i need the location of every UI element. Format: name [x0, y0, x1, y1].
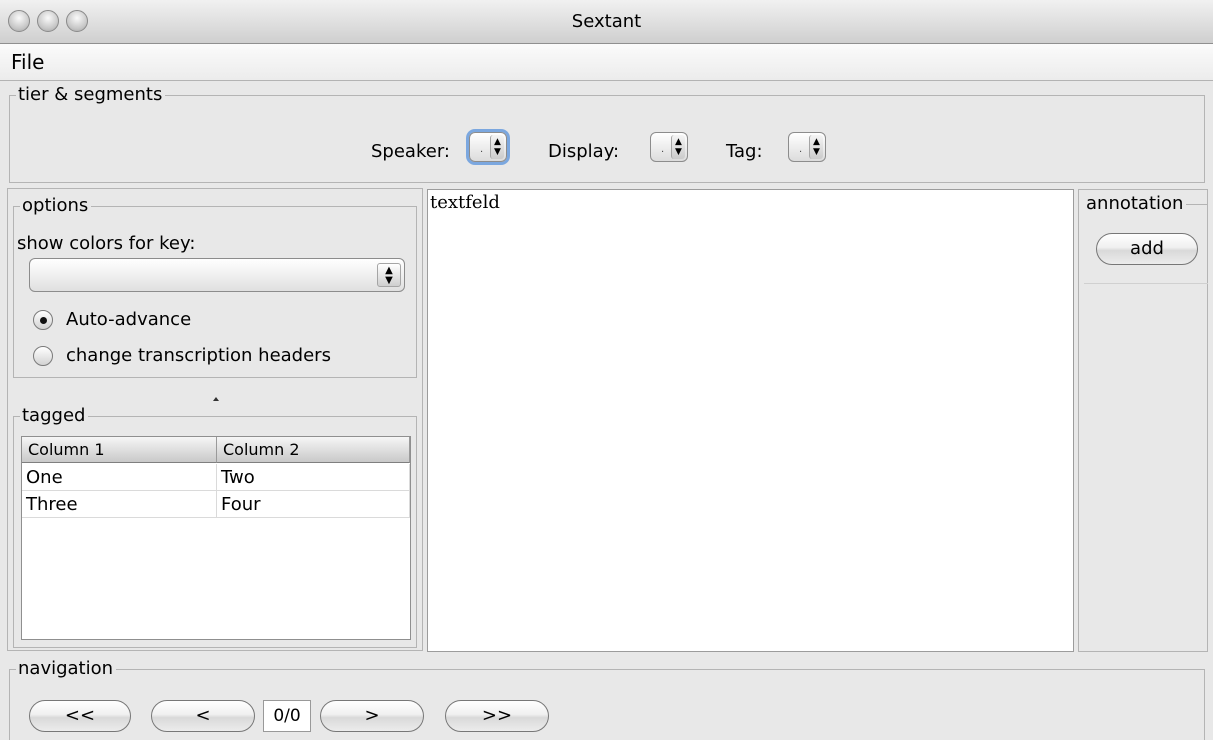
previous-button[interactable]: < — [151, 700, 255, 732]
tagged-legend: tagged — [20, 406, 89, 426]
up-down-arrows-icon: ▲ ▼ — [490, 135, 504, 159]
tier-segments-panel: tier & segments — [9, 85, 1205, 183]
tag-label: Tag: — [726, 141, 763, 162]
first-button[interactable]: << — [29, 700, 131, 732]
table-cell[interactable]: One — [22, 464, 217, 491]
change-headers-label[interactable]: change transcription headers — [66, 345, 331, 366]
up-down-arrows-icon: ▲ ▼ — [809, 135, 823, 159]
column-header[interactable]: Column 2 — [217, 437, 410, 463]
navigation-legend: navigation — [16, 659, 117, 679]
change-headers-radio[interactable] — [33, 346, 53, 366]
colors-key-dropdown[interactable]: ▲ ▼ — [29, 258, 405, 292]
table-cell[interactable]: Two — [217, 464, 410, 491]
transcription-text-area[interactable]: textfeld — [427, 189, 1074, 652]
up-down-arrows-icon: ▲ ▼ — [671, 135, 685, 159]
menu-file[interactable]: File — [11, 44, 44, 81]
options-legend: options — [20, 196, 92, 216]
speaker-label: Speaker: — [371, 141, 450, 162]
last-button[interactable]: >> — [445, 700, 549, 732]
tag-value: . — [799, 144, 803, 155]
menu-bar: File — [0, 44, 1213, 81]
display-label: Display: — [548, 141, 620, 162]
up-down-arrows-icon: ▲ ▼ — [377, 263, 401, 287]
table-cell[interactable]: Three — [22, 491, 217, 518]
table-cell[interactable]: Four — [217, 491, 410, 518]
text-content: textfeld — [430, 192, 500, 213]
split-pane-grip-icon[interactable] — [213, 387, 219, 401]
speaker-value: . — [480, 144, 484, 155]
auto-advance-label[interactable]: Auto-advance — [66, 309, 191, 330]
colors-key-label: show colors for key: — [17, 233, 196, 254]
next-button[interactable]: > — [320, 700, 424, 732]
tag-spinner[interactable]: . ▲ ▼ — [788, 132, 826, 162]
display-spinner[interactable]: . ▲ ▼ — [650, 132, 688, 162]
add-annotation-button[interactable]: add — [1096, 233, 1198, 265]
speaker-spinner[interactable]: . ▲ ▼ — [469, 132, 507, 162]
tagged-table[interactable]: Column 1 Column 2 One Two Three Four — [21, 436, 411, 640]
page-indicator: 0/0 — [263, 700, 311, 732]
window-title: Sextant — [571, 11, 642, 32]
display-value: . — [661, 144, 665, 155]
auto-advance-radio[interactable] — [33, 310, 53, 330]
column-header[interactable]: Column 1 — [22, 437, 217, 463]
tier-segments-legend: tier & segments — [16, 85, 166, 105]
annotation-legend: annotation — [1084, 194, 1187, 214]
